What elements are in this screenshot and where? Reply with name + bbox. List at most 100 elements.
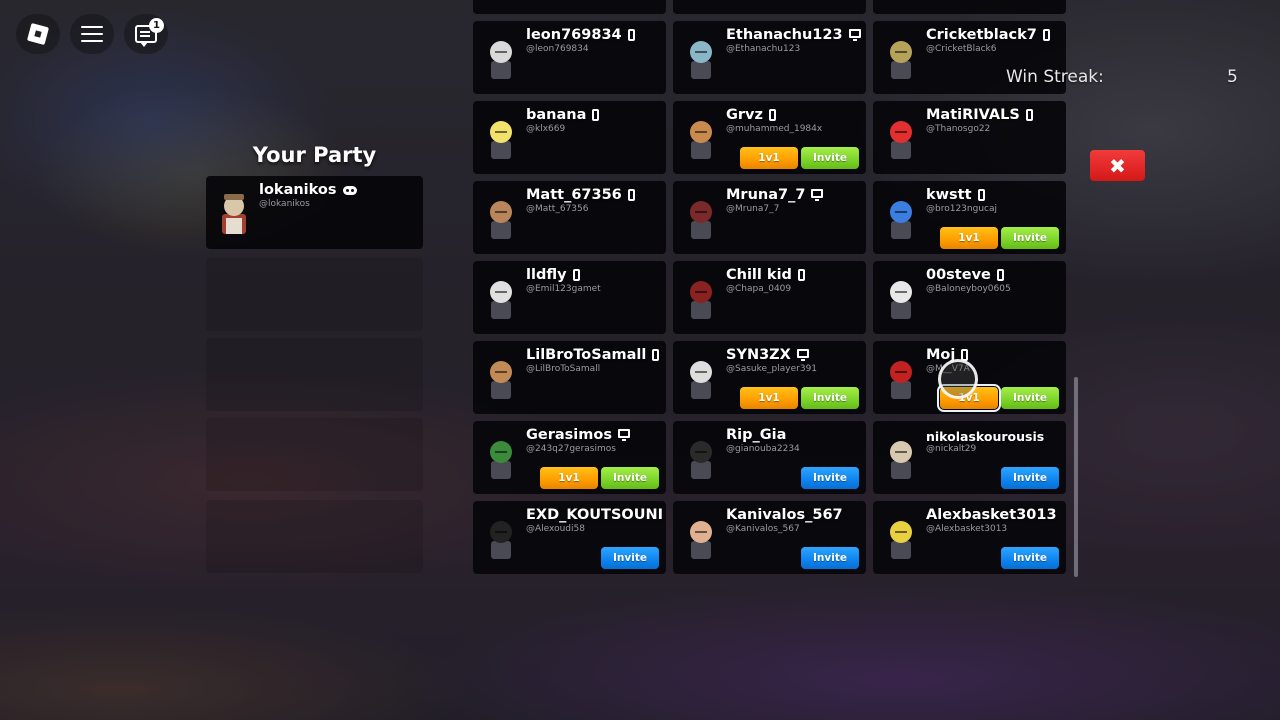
player-name-row: Matt_67356 xyxy=(526,187,635,203)
party-empty-slot xyxy=(206,338,423,411)
player-name: LilBroToSamall xyxy=(526,347,647,363)
player-avatar xyxy=(690,361,712,399)
roblox-topbar: 1 xyxy=(16,14,168,54)
player-name-row: lldfly xyxy=(526,267,580,283)
player-name-row: EXD_KOUTSOUNI xyxy=(526,507,663,523)
player-name: Grvz xyxy=(726,107,763,123)
invite-button[interactable]: Invite xyxy=(1001,227,1059,249)
player-name-row: kwstt xyxy=(926,187,985,203)
chat-notification-badge: 1 xyxy=(149,18,164,33)
player-handle: @CricketBlack6 xyxy=(926,44,997,54)
win-streak-label: Win Streak: xyxy=(1006,67,1104,87)
player-name-row: Alexbasket3013 xyxy=(926,507,1057,523)
player-card-partial[interactable] xyxy=(473,0,666,14)
player-handle: @gianouba2234 xyxy=(726,444,800,454)
player-name: kwstt xyxy=(926,187,972,203)
player-name: Gerasimos xyxy=(526,427,612,443)
invite-button[interactable]: Invite xyxy=(601,547,659,569)
one-v-one-button[interactable]: 1v1 xyxy=(740,387,798,409)
player-card[interactable]: Ethanachu123 @Ethanachu123 xyxy=(673,21,866,94)
player-handle: @Ethanachu123 xyxy=(726,44,801,54)
player-card-partial[interactable] xyxy=(673,0,866,14)
player-name: Ethanachu123 xyxy=(726,27,843,43)
player-card[interactable]: 00steve @Baloneyboy0605 xyxy=(873,261,1066,334)
player-handle: @nickalt29 xyxy=(926,444,977,454)
invite-button[interactable]: Invite xyxy=(601,467,659,489)
player-card[interactable]: lldfly @Emil123gamet xyxy=(473,261,666,334)
player-handle: @leon769834 xyxy=(526,44,589,54)
player-list-scrollbar[interactable] xyxy=(1074,377,1078,577)
player-handle: @Chapa_0409 xyxy=(726,284,792,294)
invite-button[interactable]: Invite xyxy=(1001,467,1059,489)
player-handle: @Alexoudi58 xyxy=(526,524,585,534)
player-card[interactable]: Chill kid @Chapa_0409 xyxy=(673,261,866,334)
invite-button[interactable]: Invite xyxy=(1001,387,1059,409)
mobile-device-icon xyxy=(797,269,805,281)
player-card[interactable]: Gerasimos @243q27gerasimos 1v1 Invite xyxy=(473,421,666,494)
one-v-one-button[interactable]: 1v1 xyxy=(940,227,998,249)
party-title: Your Party xyxy=(252,143,377,167)
player-avatar xyxy=(890,441,912,479)
player-avatar xyxy=(890,201,912,239)
player-name-row: banana xyxy=(526,107,600,123)
player-name-row: MatiRIVALS xyxy=(926,107,1033,123)
player-card[interactable]: LilBroToSamall @LilBroToSamall xyxy=(473,341,666,414)
player-card[interactable]: MatiRIVALS @Thanosgo22 xyxy=(873,101,1066,174)
one-v-one-button[interactable]: 1v1 xyxy=(740,147,798,169)
player-handle: @Emil123gamet xyxy=(526,284,601,294)
player-name-row: Chill kid xyxy=(726,267,805,283)
mobile-device-icon xyxy=(572,269,580,281)
player-handle: @243q27gerasimos xyxy=(526,444,616,454)
player-name: banana xyxy=(526,107,587,123)
player-name-row: 00steve xyxy=(926,267,1004,283)
player-card[interactable]: EXD_KOUTSOUNI @Alexoudi58 Invite xyxy=(473,501,666,574)
roblox-logo-icon xyxy=(26,22,50,46)
player-card[interactable]: Matt_67356 @Matt_67356 xyxy=(473,181,666,254)
hamburger-menu-button[interactable] xyxy=(70,14,114,54)
roblox-menu-button[interactable] xyxy=(16,14,60,54)
party-member-avatar xyxy=(222,194,246,234)
player-card[interactable]: SYN3ZX @Sasuke_player391 1v1 Invite xyxy=(673,341,866,414)
party-member-slot[interactable]: lokanikos @lokanikos xyxy=(206,176,423,249)
player-list[interactable]: leon769834 @leon769834 Ethanachu123 @Ethana… xyxy=(473,0,1066,574)
player-card-partial[interactable] xyxy=(873,0,1066,14)
invite-button[interactable]: Invite xyxy=(1001,547,1059,569)
invite-button[interactable]: Invite xyxy=(801,147,859,169)
player-name: Kanivalos_567 xyxy=(726,507,843,523)
player-handle: @Baloneyboy0605 xyxy=(926,284,1011,294)
computer-device-icon xyxy=(848,29,861,41)
player-avatar xyxy=(690,281,712,319)
mobile-device-icon xyxy=(592,109,600,121)
player-name-row: Grvz xyxy=(726,107,776,123)
touch-cursor-indicator xyxy=(938,359,978,399)
player-card[interactable]: nikolaskourousis @nickalt29 Invite xyxy=(873,421,1066,494)
player-name: leon769834 xyxy=(526,27,622,43)
player-name: Cricketblack7 xyxy=(926,27,1037,43)
mobile-device-icon xyxy=(996,269,1004,281)
player-card[interactable]: Grvz @muhammed_1984x 1v1 Invite xyxy=(673,101,866,174)
player-name-row: Rip_Gia xyxy=(726,427,786,443)
chat-button[interactable]: 1 xyxy=(124,14,168,54)
invite-button[interactable]: Invite xyxy=(801,467,859,489)
player-card[interactable]: Alexbasket3013 @Alexbasket3013 Invite xyxy=(873,501,1066,574)
one-v-one-button[interactable]: 1v1 xyxy=(540,467,598,489)
invite-button[interactable]: Invite xyxy=(801,387,859,409)
player-card[interactable]: Rip_Gia @gianouba2234 Invite xyxy=(673,421,866,494)
player-card[interactable]: leon769834 @leon769834 xyxy=(473,21,666,94)
player-avatar xyxy=(890,41,912,79)
player-card[interactable]: Mruna7_7 @Mruna7_7 xyxy=(673,181,866,254)
player-card[interactable]: Kanivalos_567 @Kanivalos_567 Invite xyxy=(673,501,866,574)
party-empty-slot xyxy=(206,258,423,331)
player-handle: @bro123ngucaj xyxy=(926,204,997,214)
invite-button[interactable]: Invite xyxy=(801,547,859,569)
player-handle: @klx669 xyxy=(526,124,566,134)
close-button[interactable]: ✖ xyxy=(1090,150,1145,181)
player-name-row: LilBroToSamall xyxy=(526,347,660,363)
player-card[interactable]: kwstt @bro123ngucaj 1v1 Invite xyxy=(873,181,1066,254)
player-avatar xyxy=(490,41,512,79)
player-card[interactable]: banana @klx669 xyxy=(473,101,666,174)
player-handle: @LilBroToSamall xyxy=(526,364,601,374)
player-handle: @Thanosgo22 xyxy=(926,124,991,134)
close-x-icon: ✖ xyxy=(1109,153,1126,178)
computer-device-icon xyxy=(811,189,824,201)
